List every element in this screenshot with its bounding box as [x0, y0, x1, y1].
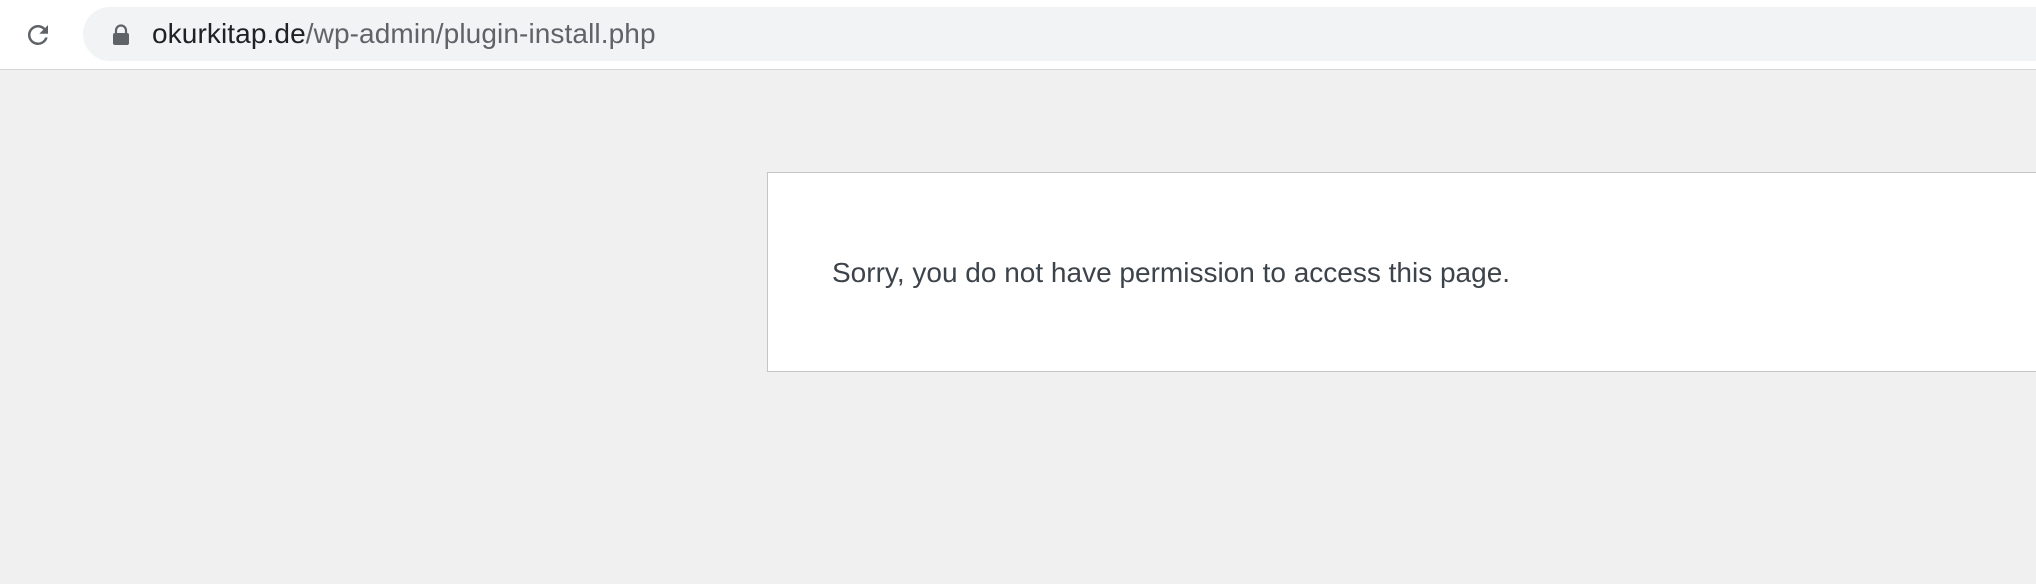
reload-icon [27, 24, 48, 45]
page-content: Sorry, you do not have permission to acc… [0, 71, 2036, 584]
url-path: /wp-admin/plugin-install.php [305, 18, 656, 49]
url-host: okurkitap.de [152, 18, 306, 49]
error-message: Sorry, you do not have permission to acc… [832, 257, 1511, 288]
url-text[interactable]: okurkitap.de/wp-admin/plugin-install.php [152, 7, 656, 61]
browser-toolbar: okurkitap.de/wp-admin/plugin-install.php [0, 0, 2036, 70]
address-bar[interactable]: okurkitap.de/wp-admin/plugin-install.php [83, 7, 2036, 61]
lock-icon [113, 24, 129, 45]
error-box: Sorry, you do not have permission to acc… [767, 172, 2036, 372]
reload-button[interactable] [20, 17, 56, 53]
